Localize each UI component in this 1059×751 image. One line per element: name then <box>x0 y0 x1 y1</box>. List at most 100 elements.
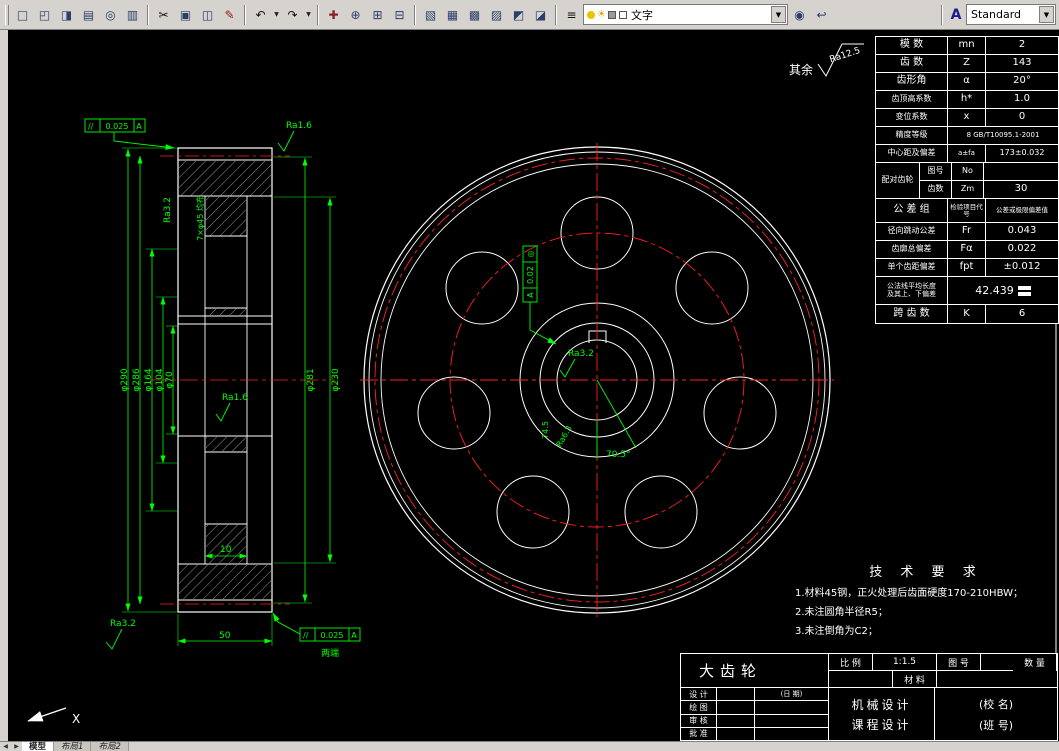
tool-palettes-icon[interactable]: ▩ <box>464 4 485 25</box>
param-symbol: α <box>948 73 986 90</box>
tab-model[interactable]: 模型 <box>22 741 55 751</box>
material-label: 材 料 <box>893 671 937 688</box>
undo-icon[interactable]: ↶ <box>250 4 271 25</box>
param-label: 精度等级 <box>876 127 948 144</box>
pan-icon[interactable]: ✚ <box>323 4 344 25</box>
designcenter-icon[interactable]: ▦ <box>442 4 463 25</box>
param-symbol: fpt <box>948 259 986 276</box>
dim-width: 50 <box>219 631 231 641</box>
tech-req-title: 技 术 要 求 <box>869 565 983 580</box>
layer-thaw-sun-icon[interactable]: ☀ <box>597 9 606 20</box>
new-file-icon[interactable]: □ <box>12 4 33 25</box>
span-teeth-label: 跨 齿 数 <box>876 305 948 323</box>
keyway-roughness-label: Ra6.3 <box>555 424 574 448</box>
tolerance-group-label: 公 差 组 <box>876 199 948 222</box>
layer-lock-icon[interactable] <box>607 10 616 19</box>
tech-req-item: 3.未注倒角为C2； <box>795 626 878 637</box>
match-properties-icon[interactable]: ✎ <box>219 4 240 25</box>
sign-row-label: 批 准 <box>681 727 717 740</box>
zoom-window-icon[interactable]: ⊞ <box>367 4 388 25</box>
quickcalc-icon[interactable]: ◪ <box>530 4 551 25</box>
style-combo-arrow-icon[interactable]: ▼ <box>1039 6 1054 23</box>
sign-cell <box>717 727 755 740</box>
plot-icon[interactable]: ▤ <box>78 4 99 25</box>
tab-scroll-left-icon[interactable]: ◀ <box>0 743 11 750</box>
qty-value <box>829 671 893 688</box>
toolbar-separator <box>147 4 149 25</box>
frame-bottom-value: 0.025 <box>321 631 344 640</box>
param-label: 变位系数 <box>876 109 948 126</box>
wk-tolerance-marks <box>1017 285 1031 296</box>
undo-dropdown-icon[interactable]: ▼ <box>272 4 281 25</box>
toolbar-grip[interactable] <box>5 4 9 25</box>
tab-layout1[interactable]: 布局1 <box>54 741 92 751</box>
title-block: 大齿轮 比 例 1:1.5 图 号 数 量 材 料 设 计 (日 期) 绘 图 审… <box>680 653 1058 741</box>
styles-toolbar: A Standard ▼ <box>938 4 1056 25</box>
frame-top-datum: A <box>136 122 142 131</box>
front-tol-frame-value: 0.02 <box>526 266 535 284</box>
roughness-bottom: Ra3.2 <box>110 619 136 629</box>
mate-gear-label: 配对齿轮 <box>876 163 920 198</box>
tab-layout2[interactable]: 布局2 <box>91 741 129 751</box>
layer-previous-icon[interactable]: ↩ <box>811 4 832 25</box>
paste-icon[interactable]: ◫ <box>197 4 218 25</box>
text-style-icon[interactable]: A <box>947 7 965 23</box>
publish-icon[interactable]: ▥ <box>122 4 143 25</box>
span-teeth-value: 6 <box>1018 307 1026 319</box>
frame-bottom-datum: A <box>351 631 357 640</box>
frame-top-value: 0.025 <box>106 122 129 131</box>
copy-icon[interactable]: ▣ <box>175 4 196 25</box>
dim-step: 10 <box>220 545 232 555</box>
org-line1: 机械设计 <box>851 697 912 712</box>
default-roughness-note: 其余 Ra12.5 <box>789 43 864 77</box>
layer-on-bulb-icon[interactable] <box>587 10 595 19</box>
mate-drawno-value <box>984 163 1058 180</box>
default-roughness-prefix: 其余 <box>789 62 813 77</box>
layer-properties-icon[interactable]: ≡ <box>561 4 582 25</box>
frame-bottom-symbol: // <box>303 631 309 640</box>
main-toolbar: □ ◰ ◨ ▤ ◎ ▥ ✂ ▣ ◫ ✎ ↶ ▼ ↷ ▼ ✚ ⊕ ⊞ ⊟ ▧ ▦ … <box>0 0 1059 30</box>
param-symbol: Z <box>948 55 986 72</box>
hub-roughness-label: Ra3.2 <box>568 349 594 359</box>
layer-combo[interactable]: ☀ 文字 ▼ <box>583 4 788 25</box>
sheetset-manager-icon[interactable]: ▨ <box>486 4 507 25</box>
span-teeth-symbol: K <box>948 305 986 323</box>
tolerance-frame-bottom <box>272 612 361 642</box>
properties-icon[interactable]: ▧ <box>420 4 441 25</box>
scale-value: 1:1.5 <box>873 654 937 671</box>
dim-od: φ290 <box>120 368 130 391</box>
param-value: 20° <box>1013 75 1031 87</box>
scale-label: 比 例 <box>829 654 873 671</box>
roughness-left: Ra3.2 <box>163 197 173 223</box>
wk-label-line2: 及其上、下偏差 <box>887 289 936 298</box>
open-file-icon[interactable]: ◰ <box>34 4 55 25</box>
save-icon[interactable]: ◨ <box>56 4 77 25</box>
cut-icon[interactable]: ✂ <box>153 4 174 25</box>
make-object-layer-current-icon[interactable]: ◉ <box>789 4 810 25</box>
tech-req-item: 2.未注圆角半径R5； <box>795 607 888 618</box>
date-label: (日 期) <box>780 690 803 699</box>
dim-root: φ281 <box>306 368 316 391</box>
tab-scroll-right-icon[interactable]: ▶ <box>11 743 22 750</box>
layer-combo-arrow-icon[interactable]: ▼ <box>771 6 786 23</box>
gear-front-view: ◎ 0.02 A Ra3.2 70.5° 74.5 Ra6.3 <box>360 143 834 617</box>
markup-set-icon[interactable]: ◩ <box>508 4 529 25</box>
param-symbol: Fα <box>948 241 986 258</box>
current-layer-name: 文字 <box>630 8 653 22</box>
param-label: 模 数 <box>876 37 948 54</box>
dim-hub: φ104 <box>155 368 165 391</box>
redo-icon[interactable]: ↷ <box>282 4 303 25</box>
toolbar-separator <box>317 4 319 25</box>
model-space-canvas[interactable]: ◎ 0.02 A Ra3.2 70.5° 74.5 Ra6.3 φ290 φ28… <box>8 30 1059 741</box>
org-line2: 课程设计 <box>851 717 912 732</box>
zoom-previous-icon[interactable]: ⊟ <box>389 4 410 25</box>
front-tol-frame-datum: A <box>526 292 535 298</box>
redo-dropdown-icon[interactable]: ▼ <box>304 4 313 25</box>
tolerance-group-mid: 检验项目代号 <box>948 199 986 222</box>
text-style-combo[interactable]: Standard ▼ <box>966 4 1056 25</box>
param-label: 齿顶高系数 <box>876 91 948 108</box>
zoom-realtime-icon[interactable]: ⊕ <box>345 4 366 25</box>
param-value: 0.043 <box>1007 225 1037 237</box>
mate-teeth-value: 30 <box>1014 183 1028 195</box>
plot-preview-icon[interactable]: ◎ <box>100 4 121 25</box>
